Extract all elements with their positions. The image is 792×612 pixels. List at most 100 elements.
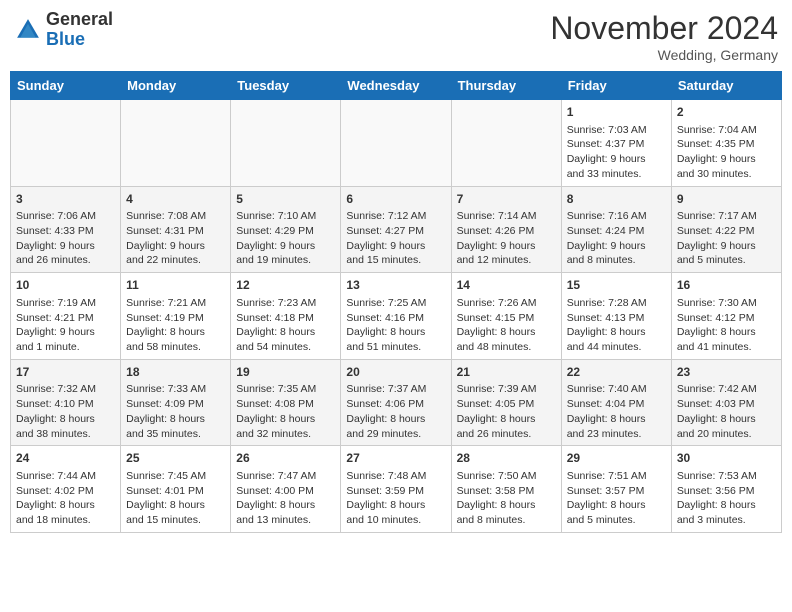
day-detail: Daylight: 8 hours and 15 minutes.: [126, 498, 225, 527]
calendar-cell: 6Sunrise: 7:12 AMSunset: 4:27 PMDaylight…: [341, 186, 451, 273]
day-detail: Sunrise: 7:03 AM: [567, 123, 666, 138]
day-detail: Daylight: 8 hours and 51 minutes.: [346, 325, 445, 354]
day-detail: Sunrise: 7:25 AM: [346, 296, 445, 311]
calendar-cell: 5Sunrise: 7:10 AMSunset: 4:29 PMDaylight…: [231, 186, 341, 273]
calendar-header-row: SundayMondayTuesdayWednesdayThursdayFrid…: [11, 72, 782, 100]
day-detail: Sunset: 4:02 PM: [16, 484, 115, 499]
day-detail: Daylight: 8 hours and 20 minutes.: [677, 412, 776, 441]
month-title: November 2024: [550, 10, 778, 47]
title-block: November 2024 Wedding, Germany: [550, 10, 778, 63]
calendar-cell: 20Sunrise: 7:37 AMSunset: 4:06 PMDayligh…: [341, 359, 451, 446]
day-detail: Sunset: 4:24 PM: [567, 224, 666, 239]
day-detail: Daylight: 8 hours and 44 minutes.: [567, 325, 666, 354]
day-detail: Sunset: 4:00 PM: [236, 484, 335, 499]
day-detail: Daylight: 8 hours and 13 minutes.: [236, 498, 335, 527]
day-detail: Sunrise: 7:28 AM: [567, 296, 666, 311]
calendar-cell: 11Sunrise: 7:21 AMSunset: 4:19 PMDayligh…: [121, 273, 231, 360]
day-detail: Sunset: 4:04 PM: [567, 397, 666, 412]
day-number: 19: [236, 364, 335, 381]
day-detail: Sunrise: 7:51 AM: [567, 469, 666, 484]
day-detail: Sunrise: 7:17 AM: [677, 209, 776, 224]
logo-general-text: General: [46, 9, 113, 29]
day-detail: Sunrise: 7:44 AM: [16, 469, 115, 484]
day-detail: Sunset: 4:35 PM: [677, 137, 776, 152]
day-detail: Sunrise: 7:06 AM: [16, 209, 115, 224]
calendar-table: SundayMondayTuesdayWednesdayThursdayFrid…: [10, 71, 782, 533]
day-number: 4: [126, 191, 225, 208]
day-detail: Daylight: 8 hours and 29 minutes.: [346, 412, 445, 441]
day-detail: Daylight: 9 hours and 30 minutes.: [677, 152, 776, 181]
day-detail: Sunrise: 7:40 AM: [567, 382, 666, 397]
day-detail: Sunrise: 7:53 AM: [677, 469, 776, 484]
day-number: 22: [567, 364, 666, 381]
day-number: 6: [346, 191, 445, 208]
calendar-cell: [121, 100, 231, 187]
day-detail: Sunrise: 7:23 AM: [236, 296, 335, 311]
calendar-cell: 15Sunrise: 7:28 AMSunset: 4:13 PMDayligh…: [561, 273, 671, 360]
day-detail: Daylight: 8 hours and 23 minutes.: [567, 412, 666, 441]
day-number: 27: [346, 450, 445, 467]
day-detail: Sunrise: 7:42 AM: [677, 382, 776, 397]
day-number: 28: [457, 450, 556, 467]
day-detail: Sunrise: 7:14 AM: [457, 209, 556, 224]
day-number: 14: [457, 277, 556, 294]
day-number: 24: [16, 450, 115, 467]
day-detail: Daylight: 8 hours and 5 minutes.: [567, 498, 666, 527]
day-number: 30: [677, 450, 776, 467]
day-detail: Sunset: 4:05 PM: [457, 397, 556, 412]
day-detail: Sunrise: 7:19 AM: [16, 296, 115, 311]
day-detail: Daylight: 8 hours and 48 minutes.: [457, 325, 556, 354]
calendar-cell: 22Sunrise: 7:40 AMSunset: 4:04 PMDayligh…: [561, 359, 671, 446]
calendar-day-header: Friday: [561, 72, 671, 100]
calendar-day-header: Monday: [121, 72, 231, 100]
calendar-cell: [231, 100, 341, 187]
day-detail: Sunrise: 7:39 AM: [457, 382, 556, 397]
calendar-cell: 4Sunrise: 7:08 AMSunset: 4:31 PMDaylight…: [121, 186, 231, 273]
calendar-cell: 10Sunrise: 7:19 AMSunset: 4:21 PMDayligh…: [11, 273, 121, 360]
day-number: 8: [567, 191, 666, 208]
day-detail: Sunset: 4:08 PM: [236, 397, 335, 412]
day-detail: Sunrise: 7:26 AM: [457, 296, 556, 311]
day-detail: Daylight: 9 hours and 1 minute.: [16, 325, 115, 354]
day-detail: Sunrise: 7:21 AM: [126, 296, 225, 311]
calendar-cell: 1Sunrise: 7:03 AMSunset: 4:37 PMDaylight…: [561, 100, 671, 187]
day-number: 1: [567, 104, 666, 121]
calendar-day-header: Thursday: [451, 72, 561, 100]
day-detail: Sunrise: 7:37 AM: [346, 382, 445, 397]
day-detail: Daylight: 9 hours and 8 minutes.: [567, 239, 666, 268]
calendar-day-header: Sunday: [11, 72, 121, 100]
day-number: 25: [126, 450, 225, 467]
calendar-cell: 3Sunrise: 7:06 AMSunset: 4:33 PMDaylight…: [11, 186, 121, 273]
calendar-day-header: Saturday: [671, 72, 781, 100]
day-number: 23: [677, 364, 776, 381]
day-detail: Sunset: 3:58 PM: [457, 484, 556, 499]
day-detail: Sunrise: 7:50 AM: [457, 469, 556, 484]
day-detail: Daylight: 8 hours and 38 minutes.: [16, 412, 115, 441]
day-detail: Sunrise: 7:45 AM: [126, 469, 225, 484]
calendar-week-row: 3Sunrise: 7:06 AMSunset: 4:33 PMDaylight…: [11, 186, 782, 273]
calendar-cell: 24Sunrise: 7:44 AMSunset: 4:02 PMDayligh…: [11, 446, 121, 533]
logo: General Blue: [14, 10, 113, 50]
calendar-cell: 25 Sunrise: 7:45 AMSunset: 4:01 PMDayligh…: [121, 446, 231, 533]
day-detail: Daylight: 8 hours and 35 minutes.: [126, 412, 225, 441]
day-number: 20: [346, 364, 445, 381]
day-detail: Sunset: 4:31 PM: [126, 224, 225, 239]
day-detail: Sunrise: 7:12 AM: [346, 209, 445, 224]
day-detail: Sunset: 4:22 PM: [677, 224, 776, 239]
day-number: 26: [236, 450, 335, 467]
day-number: 9: [677, 191, 776, 208]
day-detail: Sunset: 4:21 PM: [16, 311, 115, 326]
calendar-cell: 16Sunrise: 7:30 AMSunset: 4:12 PMDayligh…: [671, 273, 781, 360]
day-detail: Sunset: 4:27 PM: [346, 224, 445, 239]
day-detail: Daylight: 8 hours and 10 minutes.: [346, 498, 445, 527]
day-detail: Sunset: 4:15 PM: [457, 311, 556, 326]
calendar-cell: 9Sunrise: 7:17 AMSunset: 4:22 PMDaylight…: [671, 186, 781, 273]
day-detail: Sunset: 4:03 PM: [677, 397, 776, 412]
day-detail: Sunset: 4:18 PM: [236, 311, 335, 326]
day-detail: Sunrise: 7:33 AM: [126, 382, 225, 397]
day-number: 16: [677, 277, 776, 294]
day-detail: Sunset: 4:10 PM: [16, 397, 115, 412]
day-detail: Sunrise: 7:08 AM: [126, 209, 225, 224]
day-detail: Sunset: 4:01 PM: [126, 484, 225, 499]
day-detail: Sunset: 4:19 PM: [126, 311, 225, 326]
